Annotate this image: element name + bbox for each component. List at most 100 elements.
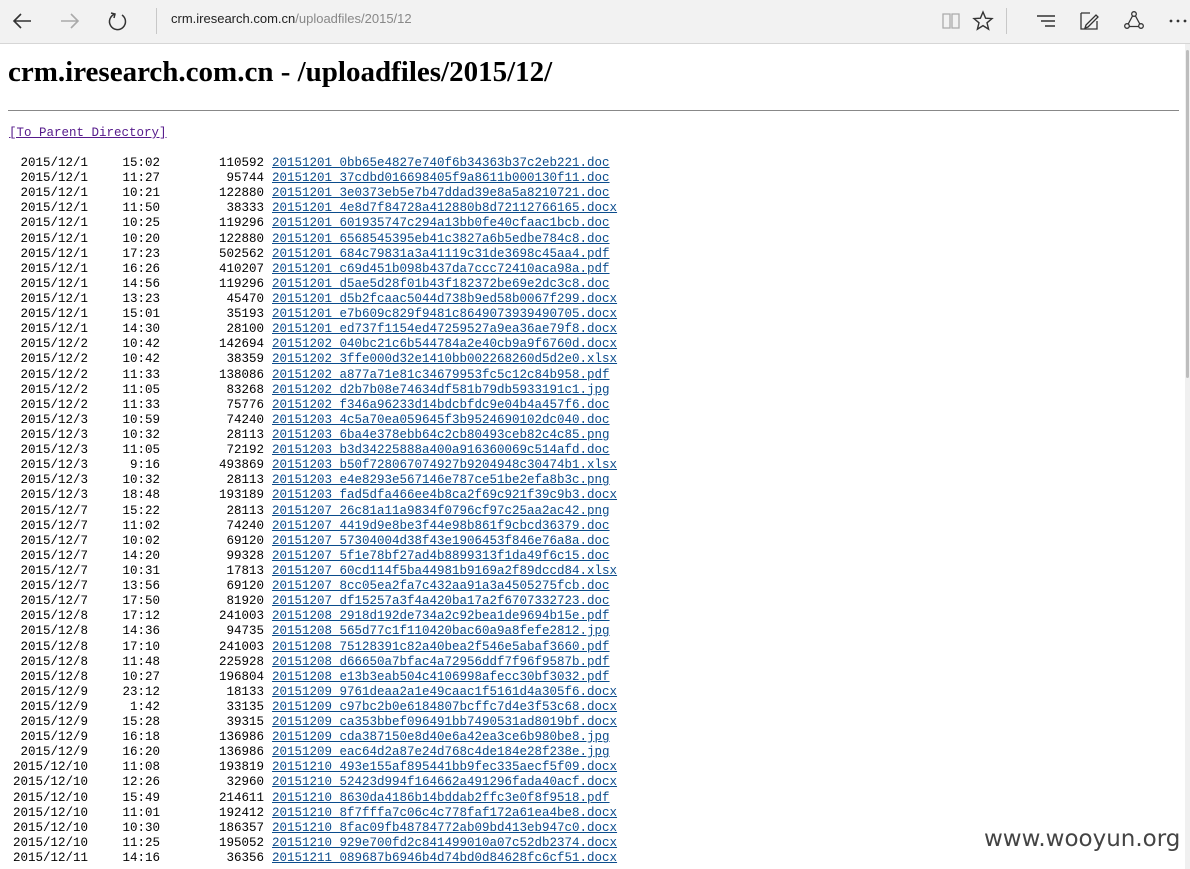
file-link[interactable]: 20151210_52423d994f164662a491296fada40ac… [272,775,617,790]
file-date: 2015/12/1 [20,171,88,186]
file-time: 10:42 [122,337,160,352]
file-link[interactable]: 20151203_b3d34225888a400a916360069c514af… [272,443,610,458]
file-link[interactable]: 20151209_eac64d2a87e24d768c4de184e28f238… [272,745,610,760]
file-time: 16:26 [122,261,160,276]
file-time: 11:05 [122,382,160,397]
file-link[interactable]: 20151207_8cc05ea2fa7c432aa91a3a4505275fc… [272,579,610,594]
forward-button[interactable] [54,6,86,36]
file-size: 74240 [226,412,264,427]
file-date: 2015/12/7 [20,594,88,609]
file-size: 69120 [226,579,264,594]
more-button[interactable] [1162,6,1190,36]
refresh-button[interactable] [102,6,134,36]
file-link[interactable]: 20151209_cda387150e8d40e6a42ea3ce6b980be… [272,730,610,745]
file-link[interactable]: 20151201_3e0373eb5e7b47ddad39e8a5a821072… [272,186,610,201]
file-date: 2015/12/1 [20,216,88,231]
file-time: 10:02 [122,533,160,548]
file-date: 2015/12/8 [20,669,88,684]
file-time: 17:23 [122,246,160,261]
file-size: 136986 [218,745,264,760]
file-date: 2015/12/7 [20,548,88,563]
file-link[interactable]: 20151202_a877a71e81c34679953fc5c12c84b95… [272,368,610,383]
file-link[interactable]: 20151203_4c5a70ea059645f3b9524690102dc04… [272,413,610,428]
file-link[interactable]: 20151207_4419d9e8be3f44e98b861f9cbcd3637… [272,519,610,534]
file-size: 75776 [226,397,264,412]
file-time: 17:50 [122,594,160,609]
file-link[interactable]: 20151208_565d77c1f110420bac60a9a8fefe281… [272,624,610,639]
file-link[interactable]: 20151207_57304004d38f43e1906453f846e76a8… [272,534,610,549]
file-time: 10:25 [122,216,160,231]
file-date: 2015/12/1 [20,186,88,201]
page-title: crm.iresearch.com.cn - /uploadfiles/2015… [8,56,553,88]
file-date: 2015/12/8 [20,609,88,624]
file-date: 2015/12/2 [20,337,88,352]
file-date: 2015/12/7 [20,563,88,578]
file-time: 11:02 [122,518,160,533]
file-size: 122880 [218,231,264,246]
scrollbar-thumb[interactable] [1186,50,1189,378]
share-icon [1124,11,1144,29]
file-link[interactable]: 20151207_26c81a11a9834f0796cf97c25aa2ac4… [272,504,610,519]
file-link[interactable]: 20151202_f346a96233d14bdcbfdc9e04b4a457f… [272,398,610,413]
file-size: 193819 [218,760,264,775]
file-link[interactable]: 20151201_c69d451b098b437da7ccc72410aca98… [272,262,610,277]
file-link[interactable]: 20151207_5f1e78bf27ad4b8899313f1da49f6c1… [272,549,610,564]
file-link[interactable]: 20151202_d2b7b08e74634df581b79db5933191c… [272,383,610,398]
file-size: 39315 [226,715,264,730]
file-link[interactable]: 20151203_6ba4e378ebb64c2cb80493ceb82c4c8… [272,428,610,443]
file-link[interactable]: 20151201_d5b2fcaac5044d738b9ed58b0067f29… [272,292,617,307]
file-time: 14:20 [122,548,160,563]
file-link[interactable]: 20151201_0bb65e4827e740f6b34363b37c2eb22… [272,156,610,171]
share-button[interactable] [1118,6,1150,36]
file-link[interactable]: 20151202_3ffe000d32e1410bb002268260d5d2e… [272,352,617,367]
file-link[interactable]: 20151201_6568545395eb41c3827a6b5edbe784c… [272,232,610,247]
file-link[interactable]: 20151210_8fac09fb48784772ab09bd413eb947c… [272,821,617,836]
file-time: 13:56 [122,579,160,594]
file-link[interactable]: 20151201_d5ae5d28f01b43f182372be69e2dc3c… [272,277,610,292]
file-link[interactable]: 20151209_c97bc2b0e6184807bcffc7d4e3f53c6… [272,700,617,715]
file-link[interactable]: 20151202_040bc21c6b544784a2e40cb9a9f6760… [272,337,617,352]
file-link[interactable]: 20151210_493e155af895441bb9fec335aecf5f0… [272,760,617,775]
file-size: 493869 [218,458,264,473]
file-time: 15:49 [122,790,160,805]
file-link[interactable]: 20151210_929e700fd2c841499010a07c52db237… [272,836,617,851]
file-link[interactable]: 20151209_9761deaa2a1e49caac1f5161d4a305f… [272,685,617,700]
file-date: 2015/12/10 [12,805,88,820]
file-link[interactable]: 20151203_fad5dfa466ee4b8ca2f69c921f39c9b… [272,488,617,503]
parent-directory-link[interactable]: [To Parent Directory] [9,126,167,140]
file-link[interactable]: 20151208_75128391c82a40bea2f546e5abaf366… [272,640,610,655]
file-link[interactable]: 20151201_4e8d7f84728a412880b8d7211276616… [272,201,617,216]
file-link[interactable]: 20151208_2918d192de734a2c92bea1de9694b15… [272,609,610,624]
file-link[interactable]: 20151207_60cd114f5ba44981b9169a2f89dccd8… [272,564,617,579]
file-size: 35193 [226,307,264,322]
back-button[interactable] [6,6,38,36]
file-size: 28113 [226,473,264,488]
favorite-button[interactable] [967,6,999,36]
file-size: 196804 [218,669,264,684]
file-date: 2015/12/8 [20,624,88,639]
file-link[interactable]: 20151201_37cdbd016698405f9a8611b000130f1… [272,171,610,186]
web-note-button[interactable] [1073,6,1105,36]
file-date: 2015/12/1 [20,291,88,306]
file-date: 2015/12/3 [20,412,88,427]
file-link[interactable]: 20151201_e7b609c829f9481c864907393949070… [272,307,617,322]
file-date: 2015/12/10 [12,775,88,790]
file-link[interactable]: 20151208_d66650a7bfac4a72956ddf7f96f9587… [272,655,610,670]
address-bar[interactable]: crm.iresearch.com.cn/uploadfiles/2015/12 [171,11,412,26]
file-date: 2015/12/2 [20,367,88,382]
file-link[interactable]: 20151211_089687b6946b4d74bd0d84628fc6cf5… [272,851,617,866]
file-time: 9:16 [129,458,160,473]
file-link[interactable]: 20151209_ca353bbef096491bb7490531ad8019b… [272,715,617,730]
file-link[interactable]: 20151201_ed737f1154ed47259527a9ea36ae79f… [272,322,617,337]
file-link[interactable]: 20151208_e13b3eab504c4106998afecc30bf303… [272,670,610,685]
file-link[interactable]: 20151210_8f7fffa7c06c4c778faf172a61ea4be… [272,806,617,821]
file-link[interactable]: 20151201_601935747c294a13bb0fe40cfaac1bc… [272,216,610,231]
file-link[interactable]: 20151203_e4e8293e567146e787ce51be2efa8b3… [272,473,610,488]
file-link[interactable]: 20151203_b50f728067074927b9204948c30474b… [272,458,617,473]
file-link[interactable]: 20151201_684c79831a3a41119c31de3698c45aa… [272,247,610,262]
file-link[interactable]: 20151210_8630da4186b14bddab2ffc3e0f8f951… [272,791,610,806]
reading-view-button[interactable] [935,6,967,36]
hub-button[interactable] [1030,6,1062,36]
file-link[interactable]: 20151207_df15257a3f4a420ba17a2f670733272… [272,594,610,609]
file-time: 10:20 [122,231,160,246]
